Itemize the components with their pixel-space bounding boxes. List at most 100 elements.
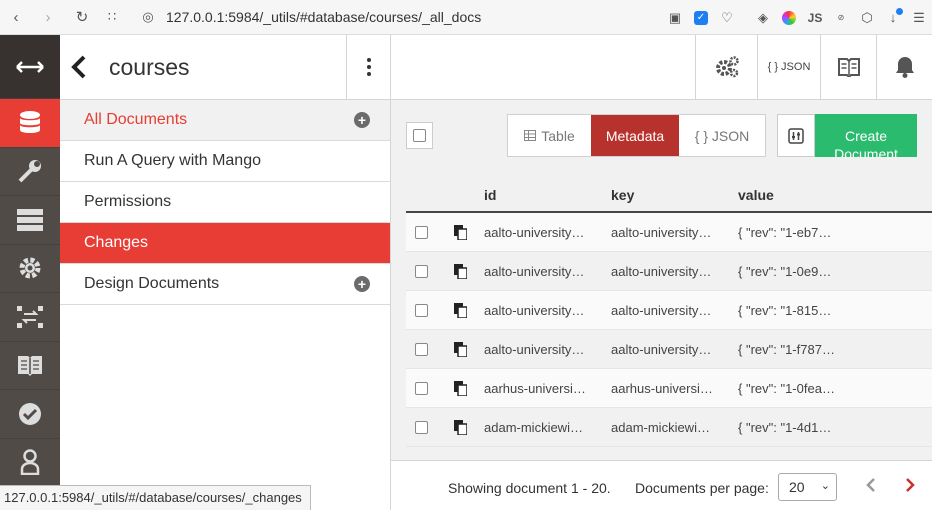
add-document-icon[interactable]: + [354,112,370,128]
row-id[interactable]: adam-mickiewi… [484,420,611,435]
rail-account[interactable] [0,439,60,487]
sidebar-item-label: Changes [84,234,149,251]
sidebar-item-label: Design Documents [84,275,220,292]
add-design-doc-icon[interactable]: + [354,276,370,292]
column-header-value[interactable]: value [738,187,868,203]
database-icon [20,110,40,133]
forward-icon[interactable]: › [36,5,60,29]
row-id[interactable]: aalto-university… [484,303,611,318]
row-value: { "rev": "1-4d1… [738,419,832,435]
js-extension-icon[interactable]: JS [802,5,828,31]
copy-icon[interactable] [453,263,467,279]
rail-active-tasks[interactable] [0,196,60,245]
layers-icon[interactable]: ◈ [750,5,776,31]
table-settings-button[interactable] [777,114,815,157]
copy-icon[interactable] [453,224,467,240]
no-css-icon[interactable]: ⊘ [828,5,854,31]
table-row[interactable]: adam-mickiewi… adam-mickiewi… { "rev": "… [406,408,932,447]
column-header-key[interactable]: key [611,187,738,203]
copy-icon[interactable] [453,302,467,318]
row-id[interactable]: aalto-university… [484,264,611,279]
view-metadata-button[interactable]: Metadata [591,115,679,156]
table-header: id key value [406,178,932,213]
table-row[interactable]: aalto-university… aalto-university… { "r… [406,213,932,252]
rail-config[interactable] [0,245,60,293]
chevron-down-icon: ⌄ [820,480,830,492]
database-title: courses [109,53,190,80]
copy-icon[interactable] [453,341,467,357]
row-value: { "rev": "1-0e9… [738,263,832,279]
row-checkbox[interactable] [414,303,428,317]
row-id[interactable]: aalto-university… [484,342,611,357]
row-key: aalto-university… [611,224,712,240]
sidebar-item-all-documents[interactable]: All Documents + [60,100,390,141]
view-table-button[interactable]: Table [508,115,591,156]
table-row[interactable]: aalto-university… aalto-university… { "r… [406,330,932,369]
docs-button[interactable] [820,35,876,99]
select-all-toggle[interactable] [406,122,433,149]
row-checkbox[interactable] [414,264,428,278]
row-key: aalto-university… [611,263,712,279]
select-all-checkbox[interactable] [413,129,426,142]
sidebar-item-permissions[interactable]: Permissions [60,182,390,223]
browser-toolbar: ‹ › ↻ ∷ ◎ 127.0.0.1:5984/_utils/#databas… [0,0,932,35]
table-row[interactable]: aarhus-universi… aarhus-universi… { "rev… [406,369,932,408]
row-key: aalto-university… [611,341,712,357]
rail-setup[interactable] [0,148,60,196]
nav-rail [0,35,60,510]
notifications-button[interactable] [876,35,932,99]
download-icon[interactable]: ↓ [880,5,906,31]
color-wheel-icon[interactable] [776,5,802,31]
table-row[interactable]: aalto-university… aalto-university… { "r… [406,291,932,330]
row-checkbox[interactable] [414,420,428,434]
row-value: { "rev": "1-eb7… [738,224,832,240]
shield-check-icon[interactable]: ✓ [688,5,714,31]
sidebar-item-label: Run A Query with Mango [84,152,261,169]
row-value: { "rev": "1-815… [738,302,832,318]
sidebar-item-changes[interactable]: Changes [60,223,390,264]
sidebar-item-mango-query[interactable]: Run A Query with Mango [60,141,390,182]
book-icon [18,356,42,377]
reload-icon[interactable]: ↻ [70,5,94,29]
address-bar[interactable]: 127.0.0.1:5984/_utils/#database/courses/… [166,9,481,25]
next-page-icon[interactable] [905,477,915,493]
user-icon [20,449,40,476]
column-header-id[interactable]: id [484,187,611,203]
back-icon[interactable]: ‹ [4,5,28,29]
documents-table: id key value aalto-university… aalto-uni… [406,178,932,447]
view-json-button[interactable]: { } JSON [679,115,765,156]
vertical-dots-icon [366,58,371,76]
rail-replication[interactable] [0,293,60,342]
sidebar-item-design-documents[interactable]: Design Documents + [60,264,390,305]
row-checkbox[interactable] [414,225,428,239]
per-page-select[interactable]: 20 ⌄ [778,473,837,501]
copy-icon[interactable] [453,419,467,435]
api-json-button[interactable]: { } JSON [757,35,820,99]
row-key: adam-mickiewi… [611,419,710,435]
database-menu-button[interactable] [346,35,390,99]
settings-button[interactable] [695,35,757,99]
copy-icon[interactable] [453,380,467,396]
row-checkbox[interactable] [414,342,428,356]
back-chevron-icon[interactable] [71,55,87,79]
expand-arrows-icon [16,60,44,73]
rail-databases[interactable] [0,99,60,148]
rail-toggle[interactable] [0,35,60,99]
sidebar-item-label: Permissions [84,193,172,210]
heart-icon[interactable]: ♡ [714,5,740,31]
menu-icon[interactable]: ☰ [906,5,932,31]
create-document-button[interactable]: Create Document [815,114,917,157]
row-checkbox[interactable] [414,381,428,395]
rail-docs[interactable] [0,342,60,390]
view-switcher: Table Metadata { } JSON [507,114,766,157]
prev-page-icon[interactable] [866,477,876,493]
row-value: { "rev": "1-f787… [738,341,835,357]
camera-icon[interactable]: ▣ [662,5,688,31]
row-id[interactable]: aalto-university… [484,225,611,240]
tabs-grid-icon[interactable]: ∷ [100,5,124,29]
gears-icon [715,56,739,78]
row-id[interactable]: aarhus-universi… [484,381,611,396]
table-row[interactable]: aalto-university… aalto-university… { "r… [406,252,932,291]
cube-icon[interactable]: ⬡ [854,5,880,31]
rail-verify[interactable] [0,390,60,439]
